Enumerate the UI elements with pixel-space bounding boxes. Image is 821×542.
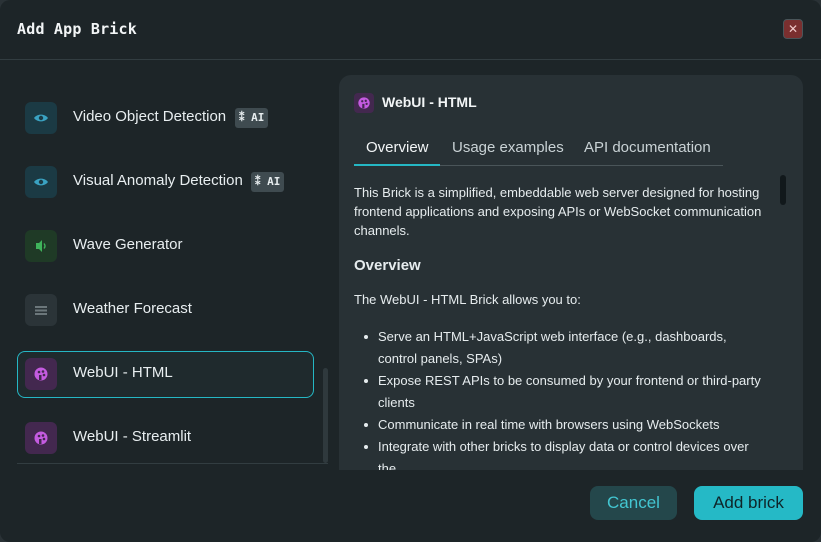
brick-item-video-object-detection[interactable]: Video Object Detection ⁑ AI bbox=[17, 95, 314, 142]
list-item: Expose REST APIs to be consumed by your … bbox=[354, 370, 764, 414]
list-item: Integrate with other bricks to display d… bbox=[354, 436, 764, 470]
palette-icon bbox=[354, 93, 374, 113]
allows-paragraph: The WebUI - HTML Brick allows you to: bbox=[354, 292, 581, 307]
detail-tabs: Overview Usage examples API documentatio… bbox=[354, 135, 723, 166]
palette-icon bbox=[25, 358, 57, 390]
brick-label: WebUI - Streamlit bbox=[73, 428, 192, 445]
add-app-brick-dialog: Add App Brick ✕ Video Object Detection ⁑… bbox=[0, 0, 821, 542]
eye-icon bbox=[25, 166, 57, 198]
cancel-button[interactable]: Cancel bbox=[590, 486, 677, 520]
list-scrollbar[interactable] bbox=[323, 368, 328, 463]
palette-icon bbox=[25, 422, 57, 454]
close-button[interactable]: ✕ bbox=[783, 19, 803, 39]
wave-icon bbox=[25, 230, 57, 262]
add-brick-button[interactable]: Add brick bbox=[694, 486, 803, 520]
detail-scrollbar[interactable] bbox=[780, 175, 786, 205]
tab-api-documentation[interactable]: API documentation bbox=[584, 139, 711, 156]
active-tab-indicator bbox=[354, 164, 440, 166]
intro-paragraph: This Brick is a simplified, embeddable w… bbox=[354, 185, 762, 238]
brick-list: Video Object Detection ⁑ AI Visual Anoma… bbox=[0, 60, 330, 465]
brick-label: Weather Forecast bbox=[73, 300, 192, 317]
tab-overview[interactable]: Overview bbox=[366, 139, 429, 156]
section-heading: Overview bbox=[354, 257, 421, 274]
brick-item-webui-streamlit[interactable]: WebUI - Streamlit bbox=[17, 415, 314, 462]
close-icon: ✕ bbox=[787, 22, 799, 36]
brick-label: Visual Anomaly Detection bbox=[73, 172, 243, 189]
dialog-title: Add App Brick bbox=[17, 20, 137, 38]
list-item: Serve an HTML+JavaScript web interface (… bbox=[354, 326, 764, 370]
detail-content: This Brick is a simplified, embeddable w… bbox=[354, 183, 764, 470]
dialog-header: Add App Brick ✕ bbox=[0, 0, 821, 60]
list-item: Communicate in real time with browsers u… bbox=[354, 414, 764, 436]
ai-badge: ⁑ AI bbox=[251, 172, 285, 192]
feature-list: Serve an HTML+JavaScript web interface (… bbox=[354, 326, 764, 470]
brick-label: WebUI - HTML bbox=[73, 364, 173, 381]
list-divider bbox=[17, 463, 328, 464]
sparkle-icon: ⁑ bbox=[239, 111, 245, 124]
ai-badge: ⁑ AI bbox=[235, 108, 269, 128]
brick-item-visual-anomaly-detection[interactable]: Visual Anomaly Detection ⁑ AI bbox=[17, 159, 314, 206]
tab-usage-examples[interactable]: Usage examples bbox=[452, 139, 564, 156]
cloud-icon bbox=[25, 294, 57, 326]
sparkle-icon: ⁑ bbox=[255, 175, 261, 188]
brick-item-weather-forecast[interactable]: Weather Forecast bbox=[17, 287, 314, 334]
brick-detail-panel: WebUI - HTML Overview Usage examples API… bbox=[339, 75, 803, 470]
eye-icon bbox=[25, 102, 57, 134]
detail-title: WebUI - HTML bbox=[382, 94, 477, 110]
brick-item-webui-html[interactable]: WebUI - HTML bbox=[17, 351, 314, 398]
brick-item-wave-generator[interactable]: Wave Generator bbox=[17, 223, 314, 270]
brick-label: Wave Generator bbox=[73, 236, 183, 253]
brick-label: Video Object Detection bbox=[73, 108, 227, 125]
